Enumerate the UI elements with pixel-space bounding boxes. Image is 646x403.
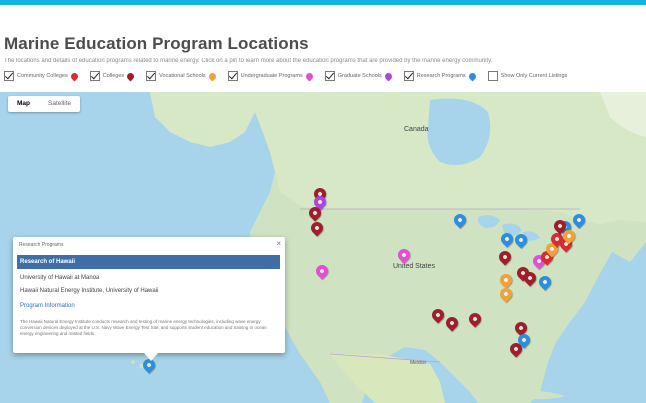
filter-community-colleges[interactable]: Community Colleges [4,71,80,81]
map-label-mexico: Mexico [410,360,426,366]
checkbox[interactable] [4,71,14,81]
filter-bar: Community Colleges Colleges Vocational S… [4,68,579,84]
checkbox[interactable] [403,71,414,81]
filter-label: Community Colleges [17,73,68,79]
info-window-tail [144,353,158,361]
info-window-title: Research Programs [19,242,64,248]
map-canvas[interactable]: Map Satellite Canada United States Mexic… [0,92,646,403]
filter-label: Graduate Schools [337,73,382,79]
pin-legend-icon [304,71,315,81]
close-icon[interactable]: × [276,239,281,248]
info-window-body: The Hawaii Natural Energy Institute cond… [20,319,267,336]
filter-label: Undergraduate Programs [240,73,303,79]
program-information-link[interactable]: Program Information [20,303,75,309]
checkbox[interactable] [89,71,100,81]
info-window-item[interactable]: Research of Hawaii [17,255,280,269]
checkbox[interactable] [324,71,335,81]
filter-label: Vocational Schools [159,73,206,79]
pin-legend-icon [125,71,136,81]
filter-label: Colleges [102,73,125,79]
pin-legend-icon [467,71,478,81]
info-window-item[interactable]: University of Hawaii at Manoa [17,271,280,285]
filter-vocational-schools[interactable]: Vocational Schools [146,71,218,81]
filter-show-current[interactable]: Show Only Current Listings [487,71,568,81]
filter-research-programs[interactable]: Research Programs [403,71,478,81]
checkbox[interactable] [227,71,238,81]
top-accent-bar [0,0,646,5]
filter-label: Show Only Current Listings [500,73,568,79]
page-description: The locations and details of education p… [4,58,493,64]
checkbox[interactable] [487,71,498,81]
info-window: Research Programs × Research of Hawaii U… [13,237,285,361]
checkbox[interactable] [146,71,157,81]
map-label-united-states: United States [393,263,436,270]
page-title: Marine Education Program Locations [4,34,309,53]
map-type-control: Map Satellite [8,96,81,112]
pin-legend-icon [69,71,80,81]
info-window-item[interactable]: Hawaii Natural Energy Institute, Univers… [17,284,280,298]
map-type-map-button[interactable]: Map [8,96,39,112]
filter-label: Research Programs [416,73,466,79]
map-label-canada: Canada [404,126,429,133]
filter-undergraduate-programs[interactable]: Undergraduate Programs [227,71,315,81]
filter-graduate-schools[interactable]: Graduate Schools [324,71,394,81]
map-type-satellite-button[interactable]: Satellite [39,96,80,112]
filter-colleges[interactable]: Colleges [89,71,136,81]
pin-legend-icon [383,71,394,81]
pin-legend-icon [207,71,218,81]
